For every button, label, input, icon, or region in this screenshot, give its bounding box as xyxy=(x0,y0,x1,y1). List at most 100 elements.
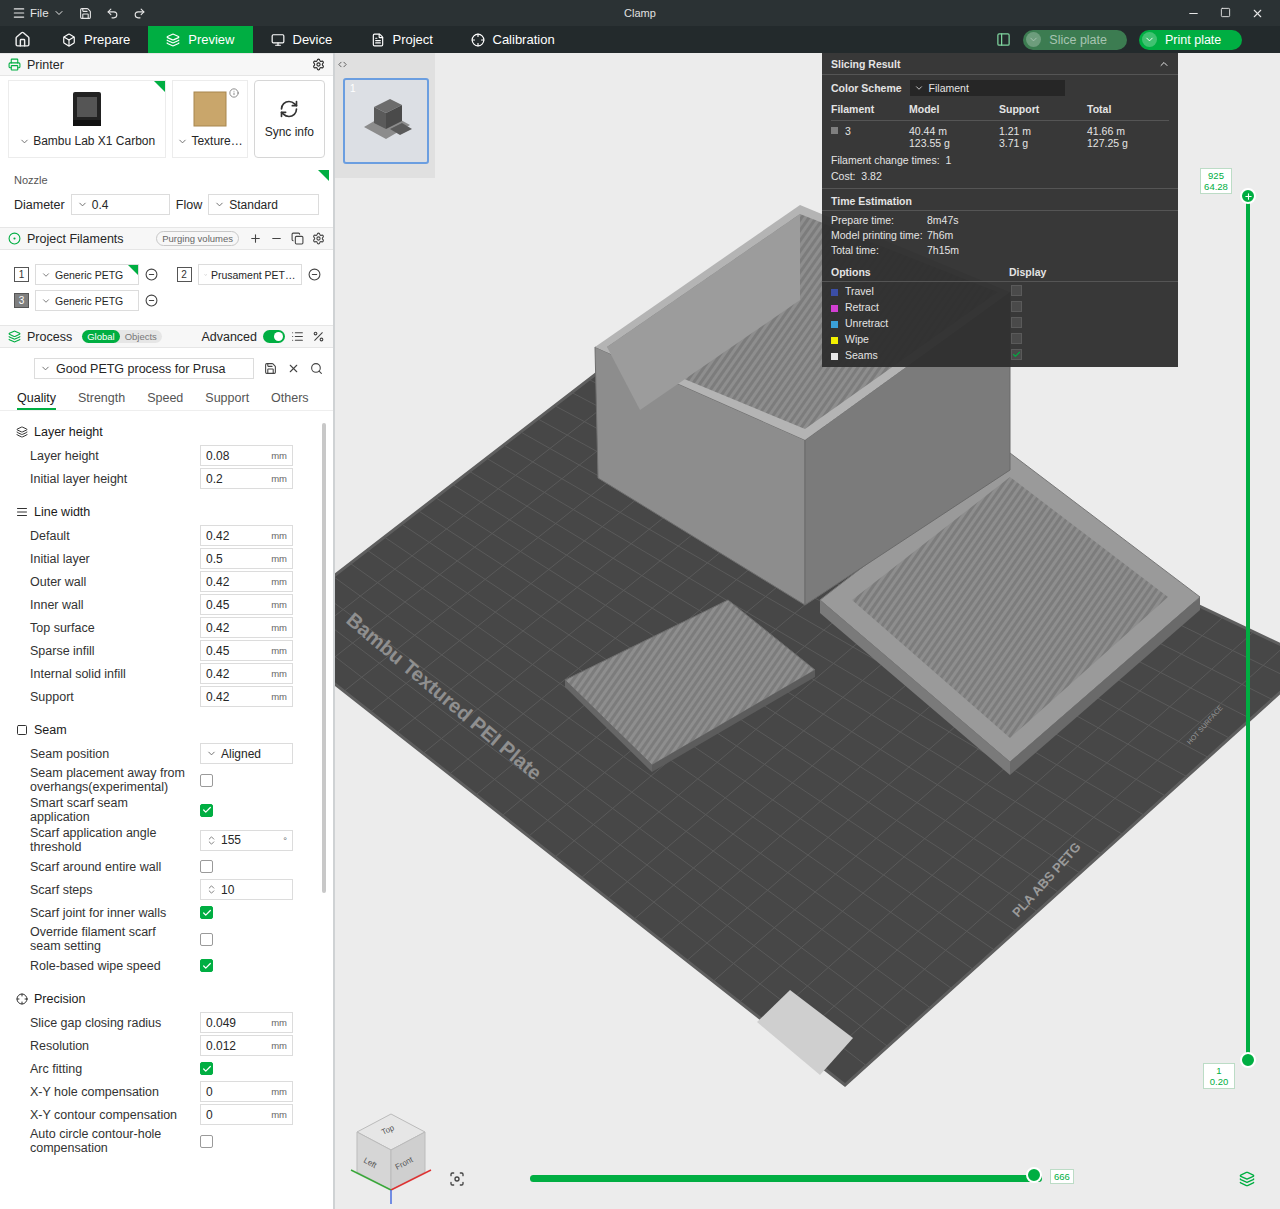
spin-arrows-icon[interactable] xyxy=(206,884,217,895)
display-checkbox[interactable] xyxy=(1011,349,1022,360)
value-field[interactable]: 0mm xyxy=(200,1104,293,1125)
remove-filament-icon[interactable] xyxy=(145,268,158,281)
advanced-switch[interactable] xyxy=(263,330,285,343)
model-flat-part[interactable] xyxy=(565,600,815,765)
printer-card[interactable]: Bambu Lab X1 Carbon xyxy=(8,80,166,158)
view-cube[interactable]: TopLeftFront xyxy=(343,1108,438,1208)
settings-tab[interactable]: Others xyxy=(271,389,309,410)
nav-tab[interactable]: Project xyxy=(353,26,453,53)
nav-tab[interactable]: Prepare xyxy=(44,26,148,53)
list-icon[interactable] xyxy=(291,330,304,343)
sync-filaments-icon[interactable] xyxy=(291,232,304,245)
redo-icon[interactable] xyxy=(133,7,146,20)
plate-thumbnail[interactable]: 1 xyxy=(343,78,429,164)
settings-list[interactable]: Layer heightLayer height0.08mmInitial la… xyxy=(0,411,333,1209)
nav-tab[interactable]: Calibration xyxy=(453,26,573,53)
value-field[interactable]: 0mm xyxy=(200,1081,293,1102)
preview-viewport[interactable]: Bambu Textured PEI PlatePLA ABS PETGHOT … xyxy=(335,53,1280,1209)
spin-arrows-icon[interactable] xyxy=(206,835,217,846)
filament-select[interactable]: Generic PETG xyxy=(35,264,139,285)
filament-color-badge[interactable]: 2 xyxy=(177,267,192,282)
filament-select[interactable]: Prusament PET… xyxy=(198,264,302,285)
display-checkbox[interactable] xyxy=(1011,301,1022,312)
purging-volumes-button[interactable]: Purging volumes xyxy=(156,231,239,246)
setting-checkbox[interactable] xyxy=(200,933,213,946)
layer-bottom-handle[interactable] xyxy=(1240,1052,1256,1068)
collapse-icon[interactable] xyxy=(337,59,348,70)
remove-filament-icon[interactable] xyxy=(308,268,321,281)
scope-option[interactable]: Objects xyxy=(120,330,162,343)
printer-card[interactable]: Texture… xyxy=(172,80,247,158)
layers-button[interactable] xyxy=(1235,1167,1259,1191)
scope-option[interactable]: Global xyxy=(82,330,119,343)
layer-top-handle[interactable] xyxy=(1240,188,1256,204)
value-field[interactable]: 0.08mm xyxy=(200,445,293,466)
move-slider[interactable] xyxy=(530,1171,1042,1185)
setting-checkbox[interactable] xyxy=(200,1135,213,1148)
display-checkbox[interactable] xyxy=(1011,333,1022,344)
maximize-icon[interactable] xyxy=(1220,7,1231,18)
value-field[interactable]: 0.049mm xyxy=(200,1012,293,1033)
settings-tab[interactable]: Support xyxy=(205,389,249,410)
delete-preset-icon[interactable] xyxy=(287,362,300,375)
value-field[interactable]: 0.012mm xyxy=(200,1035,293,1056)
value-field[interactable]: 0.42mm xyxy=(200,617,293,638)
action-button[interactable]: Print plate xyxy=(1139,30,1242,50)
settings-tab[interactable]: Quality xyxy=(17,389,56,410)
layer-slider[interactable] xyxy=(1240,195,1256,1061)
value-field[interactable]: 0.42mm xyxy=(200,663,293,684)
process-preset-select[interactable]: Good PETG process for Prusa xyxy=(34,358,254,379)
flow-select[interactable]: Standard xyxy=(208,194,319,215)
scope-toggle[interactable]: GlobalObjects xyxy=(82,330,162,343)
save-preset-icon[interactable] xyxy=(264,362,277,375)
settings-tab[interactable]: Speed xyxy=(147,389,183,410)
fit-view-button[interactable] xyxy=(445,1167,469,1191)
search-icon[interactable] xyxy=(310,362,323,375)
filament-color-badge[interactable]: 3 xyxy=(14,293,29,308)
gear-icon[interactable] xyxy=(312,232,325,245)
scrollbar[interactable] xyxy=(322,423,326,893)
setting-checkbox[interactable] xyxy=(200,804,213,817)
collapse-panel-icon[interactable] xyxy=(1158,58,1170,70)
action-button[interactable]: Slice plate xyxy=(1023,30,1127,50)
value-field[interactable]: 0.42mm xyxy=(200,525,293,546)
setting-checkbox[interactable] xyxy=(200,1062,213,1075)
color-scheme-select[interactable]: Filament xyxy=(910,80,1065,96)
setting-checkbox[interactable] xyxy=(200,860,213,873)
gear-icon[interactable] xyxy=(312,58,325,71)
setting-checkbox[interactable] xyxy=(200,959,213,972)
minimize-icon[interactable] xyxy=(1187,7,1200,20)
remove-filament-icon[interactable] xyxy=(145,294,158,307)
nav-tab[interactable]: Preview xyxy=(148,26,252,53)
plus-icon[interactable] xyxy=(249,232,262,245)
nav-tab[interactable]: Device xyxy=(253,26,353,53)
save-icon[interactable] xyxy=(79,7,92,20)
spin-field[interactable]: 155° xyxy=(200,830,293,851)
setting-checkbox[interactable] xyxy=(200,774,213,787)
diameter-select[interactable]: 0.4 xyxy=(71,194,170,215)
move-handle[interactable] xyxy=(1026,1167,1042,1183)
info-icon[interactable] xyxy=(229,88,239,98)
sync-info-button[interactable]: Sync info xyxy=(254,80,325,158)
undo-icon[interactable] xyxy=(106,7,119,20)
display-checkbox[interactable] xyxy=(1011,285,1022,296)
value-field[interactable]: 0.5mm xyxy=(200,548,293,569)
value-field[interactable]: 0.45mm xyxy=(200,594,293,615)
home-button[interactable] xyxy=(0,26,44,53)
value-field[interactable]: 0.42mm xyxy=(200,571,293,592)
display-checkbox[interactable] xyxy=(1011,317,1022,328)
percent-icon[interactable] xyxy=(312,330,325,343)
layout-icon[interactable] xyxy=(996,32,1011,47)
value-dropdown[interactable]: Aligned xyxy=(200,743,293,764)
filament-select[interactable]: Generic PETG xyxy=(35,290,139,311)
spin-field[interactable]: 10 xyxy=(200,879,293,900)
setting-checkbox[interactable] xyxy=(200,906,213,919)
filament-color-badge[interactable]: 1 xyxy=(14,267,29,282)
minus-icon[interactable] xyxy=(270,232,283,245)
value-field[interactable]: 0.42mm xyxy=(200,686,293,707)
close-icon[interactable] xyxy=(1251,7,1264,20)
value-field[interactable]: 0.45mm xyxy=(200,640,293,661)
value-field[interactable]: 0.2mm xyxy=(200,468,293,489)
file-menu[interactable]: File xyxy=(12,6,65,20)
settings-tab[interactable]: Strength xyxy=(78,389,125,410)
